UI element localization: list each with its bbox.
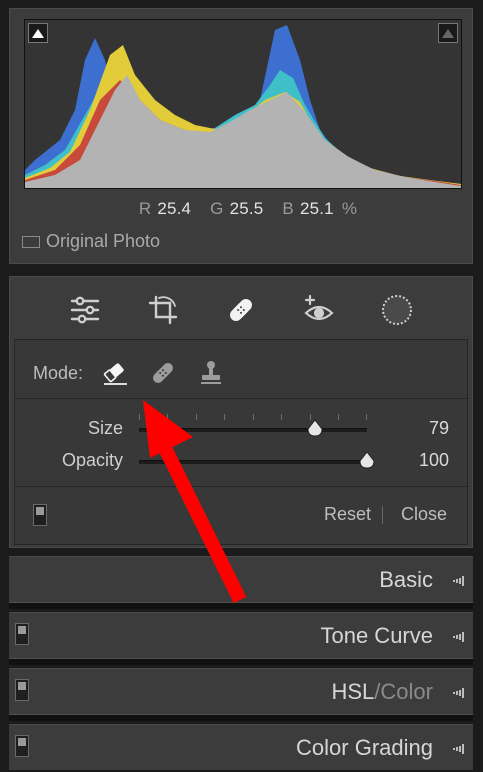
b-value: 25.1	[299, 199, 334, 218]
color-grading-switch[interactable]	[15, 735, 29, 757]
expand-triangle-icon	[453, 744, 464, 754]
opacity-slider-row: Opacity 100	[15, 448, 467, 474]
section-tone-curve-title: Tone Curve	[320, 623, 433, 648]
section-basic[interactable]: Basic	[9, 556, 473, 602]
content-aware-remove-icon[interactable]	[99, 358, 131, 388]
masking-circle-icon[interactable]	[379, 292, 415, 328]
close-button[interactable]: Close	[401, 504, 447, 525]
g-value: 25.5	[229, 199, 264, 218]
mode-row: Mode:	[33, 358, 227, 388]
reset-button[interactable]: Reset	[324, 504, 371, 525]
expand-triangle-icon	[453, 688, 464, 698]
expand-triangle-icon	[453, 632, 464, 642]
opacity-label: Opacity	[61, 450, 123, 470]
section-basic-title: Basic	[379, 567, 433, 592]
shadow-clipping-button[interactable]	[28, 23, 48, 43]
size-value[interactable]: 79	[429, 418, 449, 439]
size-slider-thumb[interactable]	[307, 419, 323, 437]
size-label: Size	[87, 418, 123, 438]
size-slider-row: Size 79	[15, 414, 467, 442]
section-tone-curve[interactable]: Tone Curve	[9, 612, 473, 658]
section-color-grading[interactable]: Color Grading	[9, 724, 473, 770]
crop-icon[interactable]	[145, 292, 181, 328]
section-separator	[9, 602, 473, 609]
color-tab[interactable]: Color	[380, 679, 433, 704]
section-color-grading-title: Color Grading	[296, 735, 433, 760]
histogram-graph	[24, 19, 462, 189]
healing-bandage-icon[interactable]	[223, 292, 259, 328]
b-label: B	[282, 199, 294, 218]
original-photo-checkbox[interactable]	[22, 235, 40, 248]
hsl-tab[interactable]: HSL	[332, 679, 375, 704]
r-label: R	[138, 199, 152, 218]
section-separator	[9, 658, 473, 665]
mode-label: Mode:	[33, 362, 84, 383]
sliders-icon[interactable]	[67, 292, 103, 328]
mode-divider	[15, 398, 467, 399]
tools-panel: Mode: Size 79 Opacity 100 Reset Close	[9, 276, 473, 548]
r-value: 25.4	[157, 199, 192, 218]
opacity-value[interactable]: 100	[419, 450, 449, 471]
opacity-slider-thumb[interactable]	[359, 451, 375, 469]
size-slider-ticks	[139, 414, 367, 422]
rgb-readout: R 25.4 G 25.5 B 25.1%	[10, 199, 472, 219]
section-hsl-color[interactable]: HSL/Color	[9, 668, 473, 714]
section-separator	[9, 714, 473, 721]
histogram-shape	[25, 25, 461, 188]
size-slider-track[interactable]	[139, 428, 367, 432]
clone-stamp-icon[interactable]	[195, 358, 227, 388]
heal-mode-icon[interactable]	[147, 358, 179, 388]
original-photo-label: Original Photo	[46, 231, 161, 251]
expand-triangle-icon	[453, 576, 464, 586]
g-label: G	[210, 199, 224, 218]
healing-options: Mode: Size 79 Opacity 100 Reset Close	[14, 339, 468, 545]
tone-curve-switch[interactable]	[15, 623, 29, 645]
section-hsl-color-title: HSL/Color	[332, 679, 434, 705]
percent-unit: %	[341, 199, 358, 218]
tool-strip	[10, 287, 472, 333]
action-row: Reset Close	[15, 486, 467, 544]
highlight-clipping-button[interactable]	[438, 23, 458, 43]
hsl-switch[interactable]	[15, 679, 29, 701]
opacity-slider-track[interactable]	[139, 460, 367, 464]
red-eye-icon[interactable]	[301, 292, 337, 328]
tool-on-off-switch[interactable]	[33, 504, 47, 526]
original-photo-toggle[interactable]: Original Photo	[22, 231, 160, 252]
action-separator	[382, 506, 383, 524]
histogram-panel: R 25.4 G 25.5 B 25.1% Original Photo	[9, 8, 473, 264]
